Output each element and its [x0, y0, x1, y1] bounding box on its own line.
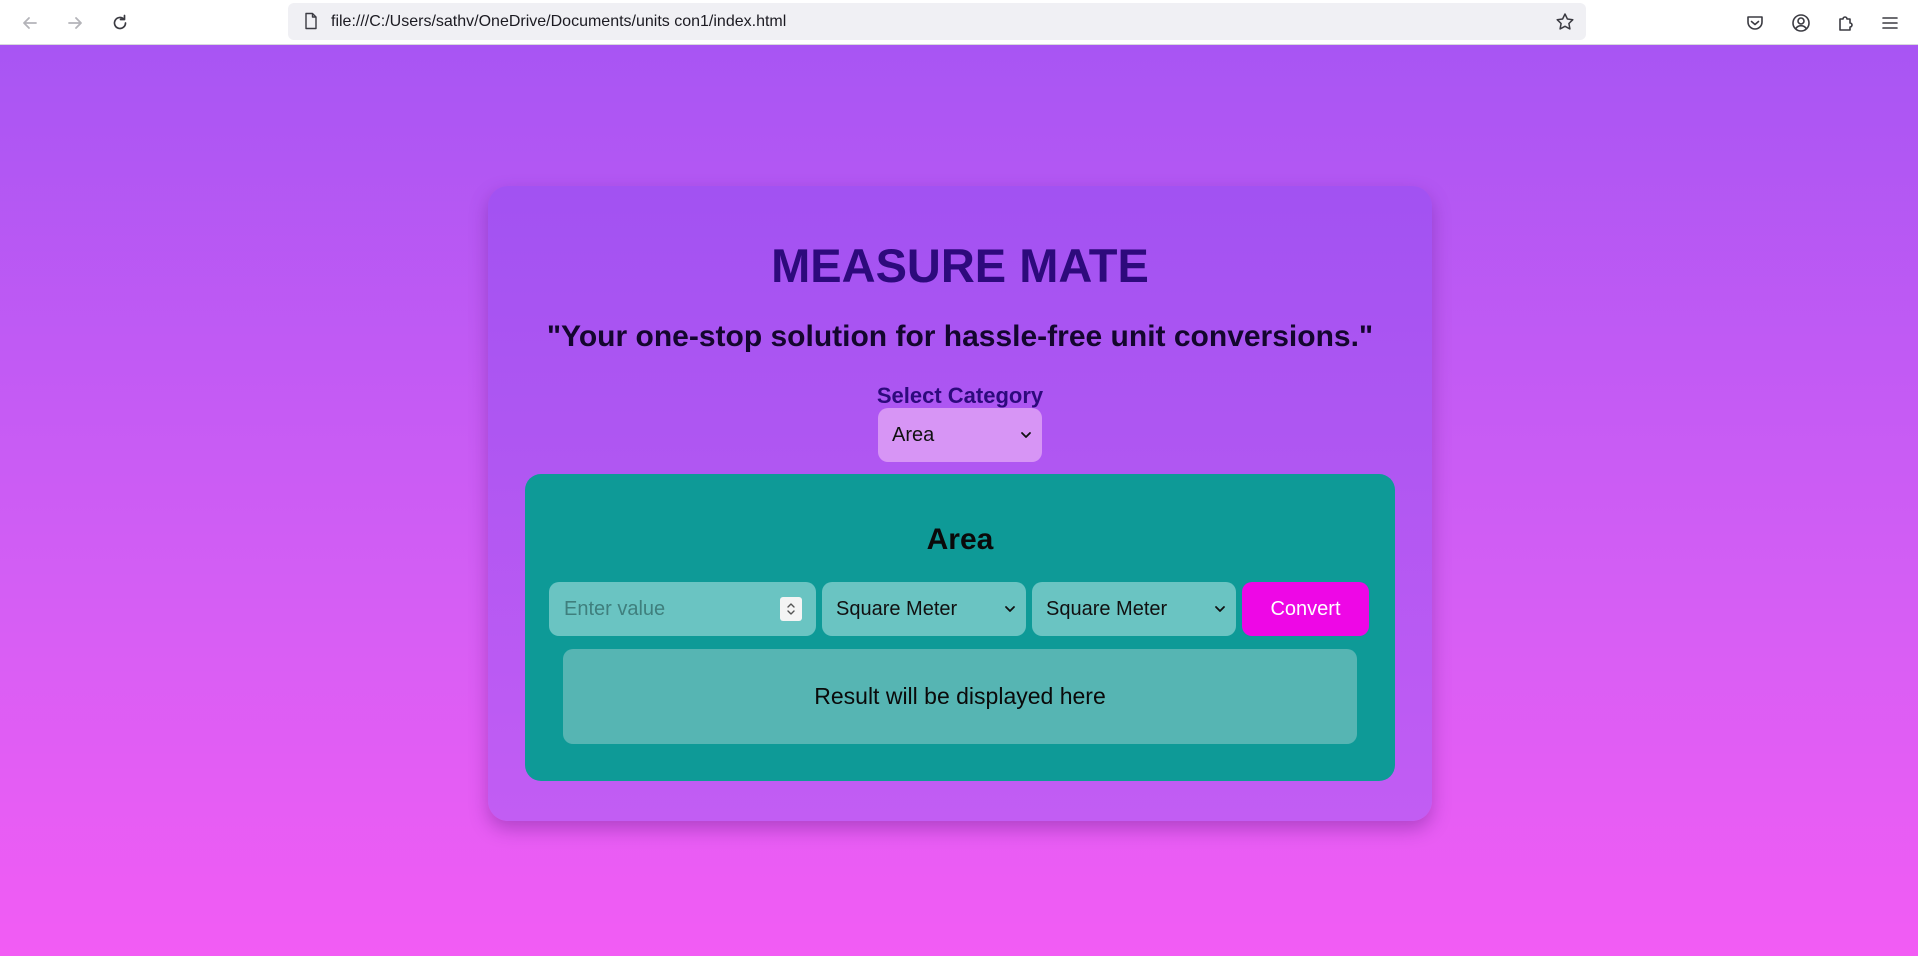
- reload-button[interactable]: [106, 9, 134, 37]
- extensions-icon: [1839, 16, 1853, 31]
- extensions-button[interactable]: [1832, 9, 1860, 37]
- forward-arrow-icon: [68, 17, 82, 29]
- page-icon: [305, 12, 317, 30]
- address-bar[interactable]: file:///C:/Users/sathv/OneDrive/Document…: [288, 3, 1586, 40]
- back-button[interactable]: [16, 9, 44, 37]
- app-title: MEASURE MATE: [771, 239, 1149, 292]
- app-tagline: "Your one-stop solution for hassle-free …: [546, 320, 1374, 353]
- converter-panel: Area Enter value Square Meter Square Met…: [525, 474, 1395, 781]
- page-background: MEASURE MATE "Your one-stop solution for…: [0, 45, 1918, 956]
- chevron-down-icon: [1021, 432, 1031, 438]
- result-display: Result will be displayed here: [563, 649, 1357, 744]
- account-button[interactable]: [1787, 9, 1815, 37]
- bookmark-button[interactable]: [1552, 9, 1578, 35]
- menu-button[interactable]: [1876, 9, 1904, 37]
- forward-button[interactable]: [61, 9, 89, 37]
- browser-toolbar: file:///C:/Users/sathv/OneDrive/Document…: [0, 0, 1918, 45]
- value-input[interactable]: Enter value: [549, 582, 816, 636]
- chevron-down-icon: [1005, 606, 1015, 612]
- category-label: Select Category: [876, 383, 1044, 408]
- from-unit-select[interactable]: Square Meter: [822, 582, 1026, 636]
- reload-icon: [113, 14, 127, 30]
- value-input-placeholder: Enter value: [564, 597, 666, 620]
- number-spinner[interactable]: [780, 597, 802, 621]
- spinner-arrows-icon: [787, 603, 795, 615]
- app-card: MEASURE MATE "Your one-stop solution for…: [488, 186, 1432, 821]
- pocket-icon: [1747, 16, 1763, 30]
- hamburger-menu-icon: [1882, 17, 1898, 29]
- convert-button[interactable]: Convert: [1242, 582, 1369, 636]
- url-text[interactable]: file:///C:/Users/sathv/OneDrive/Document…: [331, 13, 786, 31]
- back-arrow-icon: [23, 17, 37, 29]
- converter-title: Area: [926, 523, 994, 556]
- chevron-down-icon: [1215, 606, 1225, 612]
- category-selected-value: Area: [892, 423, 935, 446]
- to-unit-value: Square Meter: [1046, 597, 1168, 620]
- from-unit-value: Square Meter: [836, 597, 958, 620]
- category-select[interactable]: Area: [878, 408, 1042, 462]
- star-icon: [1556, 13, 1574, 30]
- to-unit-select[interactable]: Square Meter: [1032, 582, 1236, 636]
- pocket-button[interactable]: [1741, 9, 1769, 37]
- account-icon: [1792, 14, 1810, 32]
